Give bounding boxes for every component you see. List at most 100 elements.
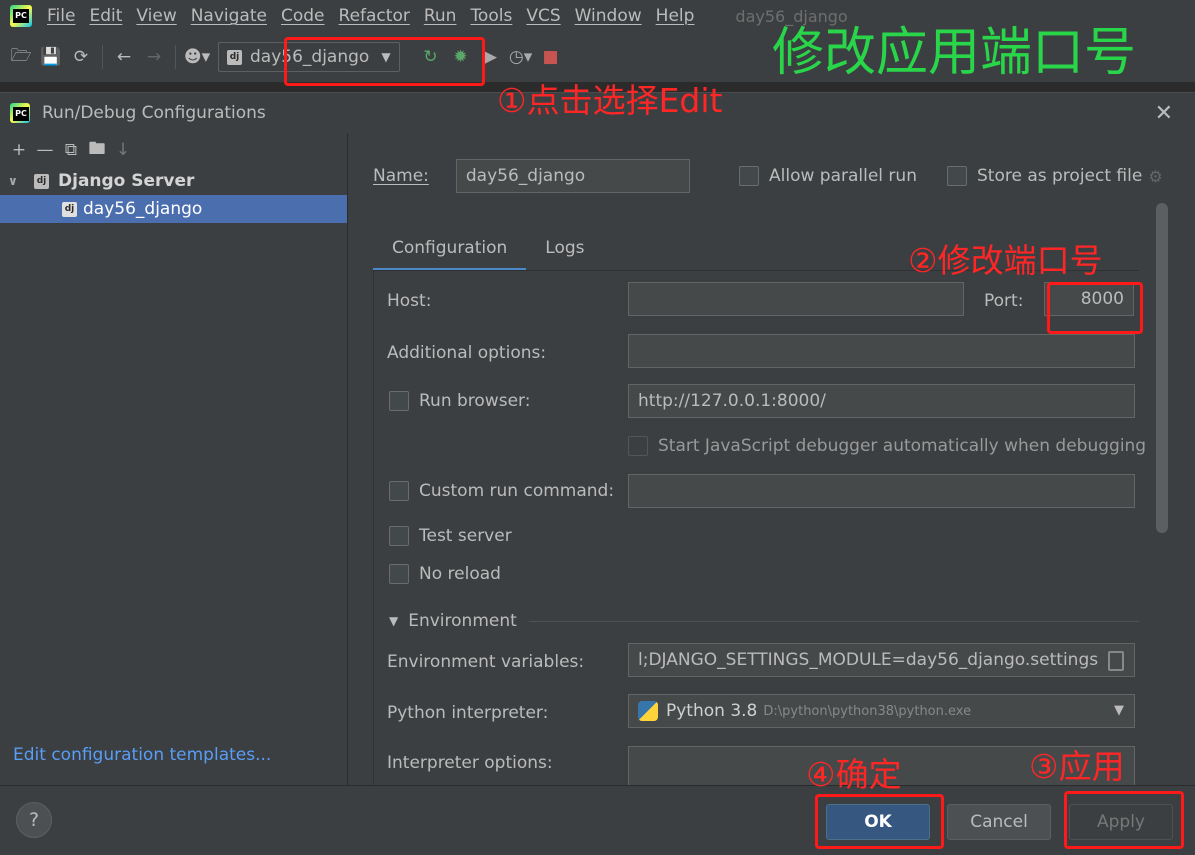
remove-icon[interactable]: — bbox=[32, 140, 58, 160]
menu-refactor[interactable]: Refactor bbox=[332, 6, 417, 26]
forward-arrow-icon[interactable]: → bbox=[139, 42, 169, 72]
environment-divider bbox=[528, 620, 1139, 622]
tree-item-day56-django[interactable]: dj day56_django bbox=[0, 195, 347, 223]
folder-icon[interactable]: 🖿 bbox=[84, 136, 110, 165]
test-server-row: Test server bbox=[389, 526, 512, 546]
open-folder-icon[interactable]: 🗁 bbox=[6, 42, 36, 72]
no-reload-checkbox[interactable] bbox=[389, 564, 409, 584]
store-project-label: Store as project file bbox=[977, 166, 1143, 186]
menu-edit[interactable]: Edit bbox=[82, 6, 129, 26]
menu-file[interactable]: File bbox=[40, 6, 82, 26]
allow-parallel-row: Allow parallel run bbox=[739, 166, 917, 186]
pycharm-logo-icon bbox=[10, 5, 32, 27]
config-detail-pane: Name: day56_django Allow parallel run St… bbox=[349, 133, 1195, 785]
allow-parallel-checkbox[interactable] bbox=[739, 166, 759, 186]
chevron-down-icon[interactable]: ∨ bbox=[8, 174, 24, 188]
environment-section[interactable]: ▼ Environment bbox=[389, 611, 1139, 631]
env-vars-value: l;DJANGO_SETTINGS_MODULE=day56_django.se… bbox=[638, 650, 1099, 670]
env-vars-input[interactable]: l;DJANGO_SETTINGS_MODULE=day56_django.se… bbox=[628, 643, 1135, 677]
config-tree-pane: + — ⧉ 🖿 ↓ ∨ dj Django Server dj day56_dj… bbox=[0, 133, 348, 785]
port-label: Port: bbox=[984, 291, 1024, 311]
menu-tools[interactable]: Tools bbox=[463, 6, 519, 26]
toolbar-separator bbox=[102, 45, 103, 69]
add-icon[interactable]: + bbox=[6, 140, 32, 160]
custom-run-checkbox[interactable] bbox=[389, 481, 409, 501]
interpreter-path: D:\python\python38\python.exe bbox=[763, 703, 972, 719]
copy-icon[interactable]: ⧉ bbox=[58, 140, 84, 160]
apply-button[interactable]: Apply bbox=[1069, 804, 1173, 840]
menu-vcs[interactable]: VCS bbox=[519, 6, 567, 26]
gear-icon[interactable]: ⚙ bbox=[1148, 167, 1162, 186]
edit-templates-link[interactable]: Edit configuration templates... bbox=[13, 745, 271, 765]
additional-options-input[interactable] bbox=[628, 334, 1135, 368]
custom-run-label: Custom run command: bbox=[419, 481, 615, 501]
run-browser-url-input[interactable]: http://127.0.0.1:8000/ bbox=[628, 384, 1135, 418]
chevron-down-icon: ▼ bbox=[381, 50, 391, 64]
triangle-down-icon[interactable]: ▼ bbox=[389, 614, 398, 628]
cancel-button[interactable]: Cancel bbox=[947, 804, 1051, 840]
django-icon: dj bbox=[34, 173, 49, 189]
js-debugger-checkbox[interactable] bbox=[628, 436, 648, 456]
host-label-row: Host: bbox=[387, 291, 431, 311]
help-button[interactable]: ? bbox=[16, 802, 52, 838]
pycharm-logo-icon bbox=[10, 103, 30, 123]
profile-icon[interactable]: ◷▾ bbox=[506, 42, 536, 72]
tree-group-label: Django Server bbox=[58, 171, 195, 191]
no-reload-row: No reload bbox=[389, 564, 501, 584]
debug-bug-icon[interactable]: ✹ bbox=[446, 42, 476, 72]
tree-toolbar: + — ⧉ 🖿 ↓ bbox=[0, 133, 347, 167]
vertical-scrollbar[interactable] bbox=[1156, 203, 1168, 533]
django-icon: dj bbox=[227, 49, 242, 65]
name-input[interactable]: day56_django bbox=[455, 159, 690, 193]
menu-window[interactable]: Window bbox=[568, 6, 649, 26]
save-icon[interactable]: 💾 bbox=[36, 42, 66, 72]
coverage-icon[interactable]: ▶ bbox=[476, 42, 506, 72]
test-server-checkbox[interactable] bbox=[389, 526, 409, 546]
custom-run-input[interactable] bbox=[628, 474, 1135, 508]
additional-options-row: Additional options: bbox=[387, 343, 546, 363]
config-tabs: Configuration Logs bbox=[373, 229, 604, 271]
stop-icon[interactable]: ■ bbox=[536, 42, 566, 72]
annotation-headline: 修改应用端口号 bbox=[772, 23, 1137, 83]
name-row: Name: day56_django bbox=[373, 159, 690, 193]
user-icon[interactable]: ☻▾ bbox=[182, 42, 212, 72]
django-icon: dj bbox=[62, 201, 77, 217]
chevron-down-icon: ▼ bbox=[1114, 703, 1124, 718]
interpreter-select[interactable]: Python 3.8 D:\python\python38\python.exe… bbox=[628, 694, 1135, 728]
run-browser-label: Run browser: bbox=[419, 391, 531, 411]
env-vars-label: Environment variables: bbox=[387, 652, 585, 672]
menu-run[interactable]: Run bbox=[417, 6, 464, 26]
run-config-selector[interactable]: dj day56_django ▼ bbox=[218, 42, 400, 72]
run-debug-dialog: Run/Debug Configurations ✕ + — ⧉ 🖿 ↓ ∨ d… bbox=[0, 92, 1195, 855]
js-debugger-row: Start JavaScript debugger automatically … bbox=[628, 436, 1146, 456]
dialog-title: Run/Debug Configurations bbox=[42, 103, 266, 123]
menu-help[interactable]: Help bbox=[649, 6, 702, 26]
run-browser-checkbox[interactable] bbox=[389, 391, 409, 411]
interpreter-options-input[interactable] bbox=[628, 746, 1135, 785]
menu-navigate[interactable]: Navigate bbox=[184, 6, 274, 26]
port-input[interactable]: 8000 bbox=[1044, 282, 1134, 316]
rerun-icon[interactable]: ↻ bbox=[416, 42, 446, 72]
host-input[interactable] bbox=[628, 282, 964, 316]
document-icon[interactable] bbox=[1108, 651, 1124, 671]
back-arrow-icon[interactable]: ← bbox=[109, 42, 139, 72]
menu-view[interactable]: View bbox=[129, 6, 183, 26]
host-label: Host: bbox=[387, 291, 432, 311]
run-config-label: day56_django bbox=[250, 47, 370, 67]
store-project-checkbox[interactable] bbox=[947, 166, 967, 186]
close-icon[interactable]: ✕ bbox=[1155, 101, 1173, 126]
ok-button[interactable]: OK bbox=[826, 804, 930, 840]
name-label: Name: bbox=[373, 166, 429, 186]
sort-icon[interactable]: ↓ bbox=[110, 140, 136, 160]
env-vars-row: Environment variables: bbox=[387, 652, 584, 672]
run-browser-row: Run browser: bbox=[389, 391, 530, 411]
tab-logs[interactable]: Logs bbox=[526, 229, 603, 271]
tab-configuration[interactable]: Configuration bbox=[373, 229, 527, 271]
test-server-label: Test server bbox=[419, 526, 512, 546]
menu-code[interactable]: Code bbox=[274, 6, 332, 26]
python-icon bbox=[638, 701, 658, 721]
tree-group-django-server[interactable]: ∨ dj Django Server bbox=[0, 167, 347, 195]
allow-parallel-label: Allow parallel run bbox=[769, 166, 917, 186]
sync-icon[interactable]: ⟳ bbox=[66, 42, 96, 72]
interpreter-options-row: Interpreter options: bbox=[387, 753, 553, 773]
